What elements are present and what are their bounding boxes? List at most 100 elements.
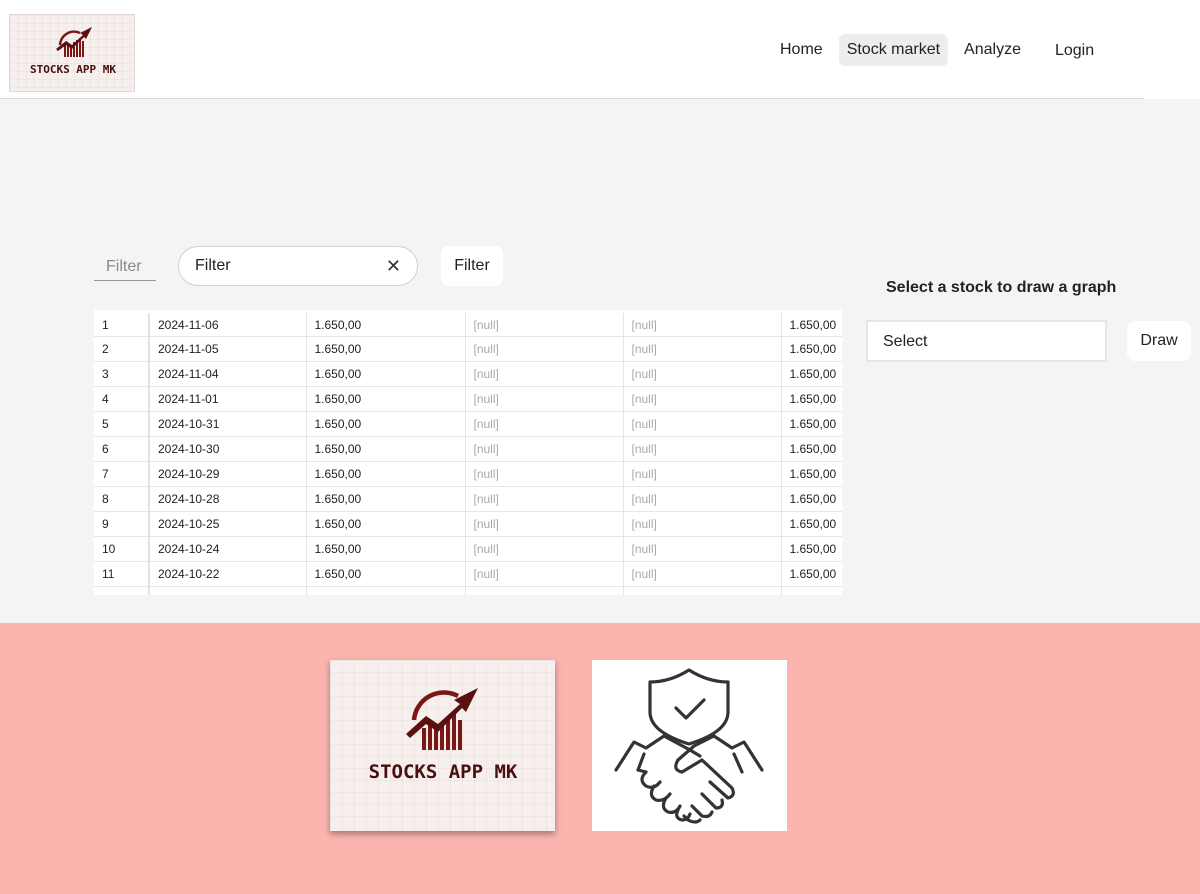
table-cell: [null]: [623, 436, 782, 462]
table-cell: [null]: [623, 486, 782, 512]
handshake-card: [592, 660, 787, 831]
table-cell: [null]: [465, 436, 624, 462]
table-row[interactable]: 8 2024-10-28 1.650,00 [null] [null] 1.650,00: [94, 486, 842, 512]
table-cell: 1.650,00: [306, 310, 466, 337]
table-cell: [null]: [623, 386, 782, 412]
filter-button[interactable]: Filter: [441, 246, 503, 286]
stock-select[interactable]: Select: [866, 320, 1107, 362]
table-cell: 6: [94, 436, 150, 462]
table-cell: 2: [94, 336, 150, 362]
table-cell: 1.650,00: [781, 310, 842, 337]
table-row[interactable]: 5 2024-10-31 1.650,00 [null] [null] 1.650,00: [94, 411, 842, 437]
table-cell: 11: [94, 561, 150, 587]
table-row[interactable]: 7 2024-10-29 1.650,00 [null] [null] 1.650,00: [94, 461, 842, 487]
table-cell: 2024-10-28: [149, 486, 307, 512]
table-cell: 2024-10-31: [149, 411, 307, 437]
filter-label[interactable]: Filter: [94, 252, 156, 281]
table-row[interactable]: [94, 586, 842, 595]
table-cell: 1.650,00: [781, 511, 842, 537]
table-cell: 10: [94, 536, 150, 562]
table-cell: 2024-11-06: [149, 310, 307, 337]
table-cell: 1.650,00: [781, 486, 842, 512]
table-cell: [null]: [465, 411, 624, 437]
table-cell: [null]: [465, 536, 624, 562]
table-cell: 1.650,00: [306, 336, 466, 362]
table-cell: [null]: [465, 310, 624, 337]
nav-home[interactable]: Home: [772, 34, 831, 66]
table-cell: [94, 586, 150, 595]
table-cell: [null]: [623, 511, 782, 537]
table-cell: [781, 586, 842, 595]
table-cell: 7: [94, 461, 150, 487]
table-cell: 9: [94, 511, 150, 537]
table-cell: 2024-11-04: [149, 361, 307, 387]
table-cell: 2024-10-29: [149, 461, 307, 487]
table-cell: [149, 586, 307, 595]
clear-icon[interactable]: ✕: [386, 256, 401, 277]
table-row[interactable]: 2 2024-11-05 1.650,00 [null] [null] 1.650,00: [94, 336, 842, 362]
table-row[interactable]: 4 2024-11-01 1.650,00 [null] [null] 1.650,00: [94, 386, 842, 412]
nav-stock-market[interactable]: Stock market: [838, 33, 949, 66]
table-row[interactable]: 10 2024-10-24 1.650,00 [null] [null] 1.650,00: [94, 536, 842, 562]
table-cell: 4: [94, 386, 150, 412]
nav-analyze[interactable]: Analyze: [956, 34, 1029, 66]
table-cell: [null]: [623, 461, 782, 487]
draw-button[interactable]: Draw: [1127, 321, 1191, 361]
table-cell: 1.650,00: [306, 536, 466, 562]
table-cell: [null]: [465, 361, 624, 387]
table-cell: [null]: [465, 561, 624, 587]
filter-input-value[interactable]: Filter: [195, 257, 231, 275]
logo[interactable]: STOCKS APP MK: [9, 14, 135, 92]
table-cell: [null]: [623, 536, 782, 562]
table-row[interactable]: 9 2024-10-25 1.650,00 [null] [null] 1.650,00: [94, 511, 842, 537]
table-cell: 1.650,00: [781, 436, 842, 462]
header-edge: [1144, 0, 1200, 99]
footer-logo-graphic: STOCKS APP MK: [330, 660, 555, 831]
table-row[interactable]: 3 2024-11-04 1.650,00 [null] [null] 1.650,00: [94, 361, 842, 387]
table-cell: [null]: [623, 361, 782, 387]
table-cell: 1.650,00: [306, 386, 466, 412]
filter-input[interactable]: Filter ✕: [178, 246, 418, 286]
table-body: 1 2024-11-06 1.650,00 [null] [null] 1.650,00 2…: [94, 310, 842, 595]
table-cell: 1.650,00: [306, 511, 466, 537]
table-cell: 2024-10-25: [149, 511, 307, 537]
table-row[interactable]: 1 2024-11-06 1.650,00 [null] [null] 1.650,00: [94, 310, 842, 337]
table-cell: [465, 586, 624, 595]
main-nav: Home Stock market Analyze Login: [772, 32, 1110, 67]
handshake-shield-icon: [614, 668, 764, 824]
table-cell: [null]: [465, 486, 624, 512]
table-cell: 1.650,00: [781, 386, 842, 412]
table-cell: 1.650,00: [781, 461, 842, 487]
table-cell: [306, 586, 466, 595]
table-cell: [null]: [623, 561, 782, 587]
table-cell: [null]: [465, 461, 624, 487]
table-cell: 1.650,00: [781, 561, 842, 587]
footer-logo-text: STOCKS APP MK: [369, 761, 518, 783]
table-cell: [null]: [465, 336, 624, 362]
table-cell: 1.650,00: [781, 361, 842, 387]
table-cell: 1.650,00: [306, 361, 466, 387]
stock-table[interactable]: 1 2024-11-06 1.650,00 [null] [null] 1.650,00 2…: [94, 310, 842, 595]
table-cell: 1.650,00: [306, 461, 466, 487]
table-cell: 2024-10-24: [149, 536, 307, 562]
table-cell: [623, 586, 782, 595]
table-row[interactable]: 6 2024-10-30 1.650,00 [null] [null] 1.650,00: [94, 436, 842, 462]
table-cell: 1.650,00: [306, 411, 466, 437]
table-cell: 2024-11-05: [149, 336, 307, 362]
table-cell: [null]: [465, 386, 624, 412]
table-cell: [null]: [623, 336, 782, 362]
footer-logo: STOCKS APP MK: [330, 660, 555, 831]
table-cell: 1.650,00: [306, 436, 466, 462]
table-row[interactable]: 11 2024-10-22 1.650,00 [null] [null] 1.650,00: [94, 561, 842, 587]
table-cell: [null]: [623, 310, 782, 337]
nav-login[interactable]: Login: [1047, 35, 1102, 67]
header: STOCKS APP MK Home Stock market Analyze …: [0, 0, 1144, 99]
table-cell: 1.650,00: [781, 336, 842, 362]
footer: STOCKS APP MK: [0, 623, 1200, 894]
table-cell: 8: [94, 486, 150, 512]
table-cell: 3: [94, 361, 150, 387]
table-cell: 1: [94, 310, 150, 337]
table-cell: 1.650,00: [306, 561, 466, 587]
table-cell: 2024-11-01: [149, 386, 307, 412]
graph-panel-title: Select a stock to draw a graph: [886, 279, 1117, 296]
